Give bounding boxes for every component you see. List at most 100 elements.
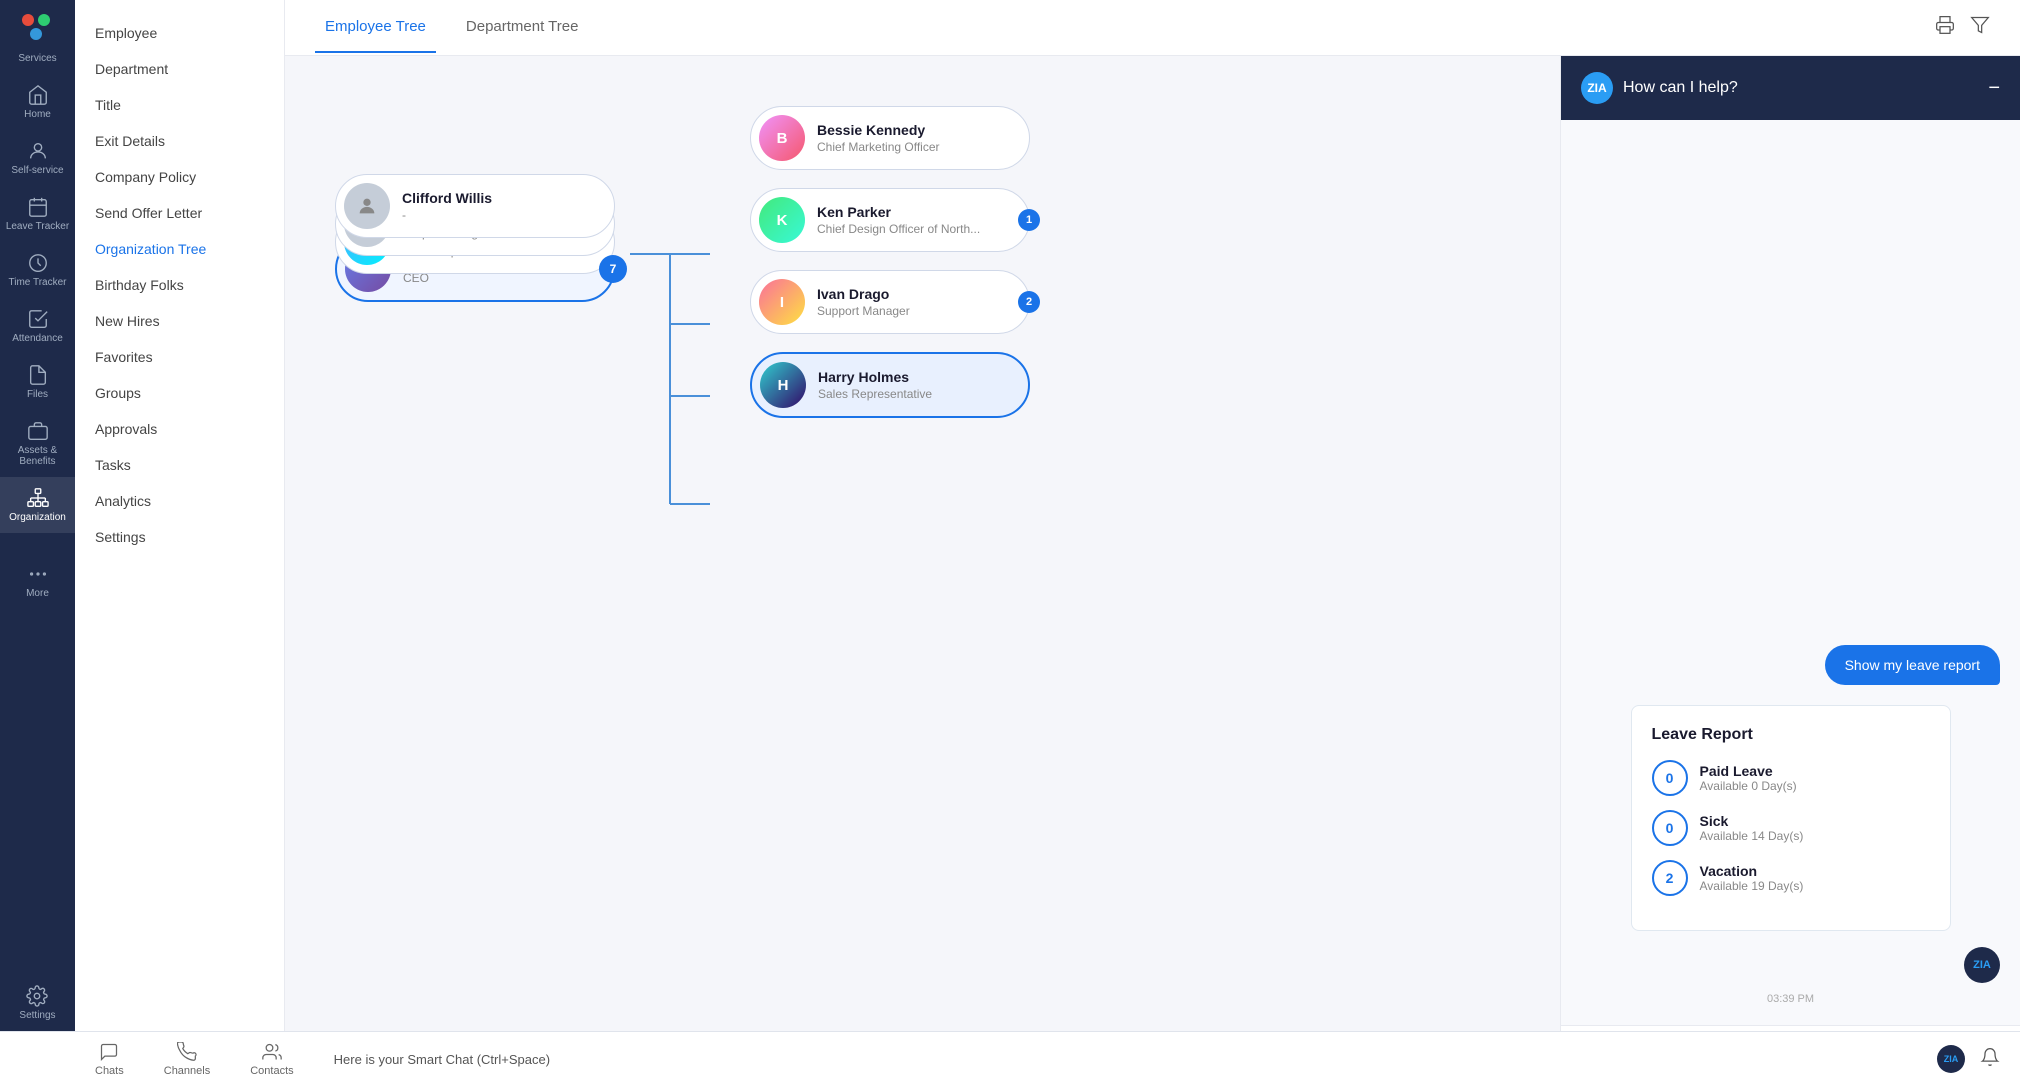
- nav-item-company-policy[interactable]: Company Policy: [75, 159, 284, 195]
- sick-leave-type: Sick: [1700, 813, 1804, 829]
- sidebar-item-settings[interactable]: Settings: [14, 975, 60, 1031]
- nav-item-employee[interactable]: Employee: [75, 15, 284, 51]
- chat-timestamp: 03:39 PM: [1581, 993, 2000, 1005]
- node-harry-holmes[interactable]: H Harry Holmes Sales Representative: [750, 352, 1030, 418]
- chat-spacer: [1581, 140, 2000, 645]
- leave-item-sick: 0 Sick Available 14 Day(s): [1652, 810, 1930, 846]
- nav-item-settings[interactable]: Settings: [75, 519, 284, 555]
- node-clifford-willis[interactable]: Clifford Willis -: [335, 174, 615, 238]
- nav-item-favorites[interactable]: Favorites: [75, 339, 284, 375]
- nav-menu: Employee Department Title Exit Details C…: [75, 0, 285, 1086]
- zia-bottom-icon[interactable]: ZIA: [1937, 1045, 1965, 1073]
- nav-item-exit-details[interactable]: Exit Details: [75, 123, 284, 159]
- sidebar-item-self-service[interactable]: Self-service: [0, 130, 75, 186]
- sick-leave-badge: 0: [1652, 810, 1688, 846]
- sidebar-item-files[interactable]: Files: [0, 354, 75, 410]
- sick-leave-details: Sick Available 14 Day(s): [1700, 813, 1804, 843]
- tab-department-tree[interactable]: Department Tree: [456, 2, 589, 53]
- nav-item-department[interactable]: Department: [75, 51, 284, 87]
- node-info-ivan: Ivan Drago Support Manager: [817, 286, 910, 318]
- bot-avatar: ZIA: [1964, 947, 2000, 983]
- sidebar-item-more[interactable]: More: [0, 553, 75, 609]
- chat-messages-area: Show my leave report Leave Report 0 Paid…: [1561, 120, 2020, 1025]
- bottom-tab-channels-label: Channels: [164, 1065, 210, 1077]
- attendance-label: Attendance: [12, 333, 63, 344]
- notification-icon[interactable]: [1980, 1047, 2000, 1072]
- show-leave-report-button[interactable]: Show my leave report: [1825, 645, 2000, 685]
- paid-leave-type: Paid Leave: [1700, 763, 1797, 779]
- filter-button[interactable]: [1970, 15, 1990, 40]
- node-info-ken: Ken Parker Chief Design Officer of North…: [817, 204, 980, 236]
- vacation-leave-badge: 2: [1652, 860, 1688, 896]
- self-service-label: Self-service: [11, 165, 63, 176]
- main-content: Employee Tree Department Tree: [285, 0, 2020, 1086]
- avatar-clifford-willis: [344, 183, 390, 229]
- chat-header-left: ZIA How can I help?: [1581, 72, 1738, 104]
- nav-item-tasks[interactable]: Tasks: [75, 447, 284, 483]
- top-tabs-bar: Employee Tree Department Tree: [285, 0, 2020, 56]
- sidebar-item-attendance[interactable]: Attendance: [0, 298, 75, 354]
- nav-item-organization-tree[interactable]: Organization Tree: [75, 231, 284, 267]
- node-name-ken: Ken Parker: [817, 204, 980, 220]
- node-badge-ivan: 2: [1018, 291, 1040, 313]
- organization-label: Organization: [9, 512, 66, 523]
- leave-report-card: Leave Report 0 Paid Leave Available 0 Da…: [1631, 705, 1951, 931]
- node-bessie-kennedy[interactable]: B Bessie Kennedy Chief Marketing Officer: [750, 106, 1030, 170]
- nav-item-analytics[interactable]: Analytics: [75, 483, 284, 519]
- node-ivan-drago[interactable]: I Ivan Drago Support Manager 2: [750, 270, 1030, 334]
- home-label: Home: [24, 109, 51, 120]
- node-info-harry: Harry Holmes Sales Representative: [818, 369, 932, 401]
- chat-panel: ZIA How can I help? − Show my leave repo…: [1560, 56, 2020, 1086]
- sidebar-item-time-tracker[interactable]: Time Tracker: [0, 242, 75, 298]
- node-name-ivan: Ivan Drago: [817, 286, 910, 302]
- files-label: Files: [27, 389, 48, 400]
- sidebar-item-assets[interactable]: Assets & Benefits: [0, 410, 75, 477]
- print-button[interactable]: [1935, 15, 1955, 40]
- left-sidebar: Services Home Self-service Leave Tracker…: [0, 0, 75, 1086]
- nav-item-title[interactable]: Title: [75, 87, 284, 123]
- app-logo: Services: [18, 10, 56, 64]
- bottom-tab-channels[interactable]: Channels: [144, 1037, 230, 1082]
- left-column: D David Ingus CEO 7 P: [335, 106, 630, 418]
- node-role-clifford: -: [402, 208, 492, 222]
- tree-connectors-svg: [630, 234, 710, 524]
- bottom-tab-chats-label: Chats: [95, 1065, 124, 1077]
- tab-employee-tree[interactable]: Employee Tree: [315, 2, 436, 53]
- node-name-harry: Harry Holmes: [818, 369, 932, 385]
- tree-wrapper: D David Ingus CEO 7 P: [315, 86, 1100, 1056]
- vacation-leave-details: Vacation Available 19 Day(s): [1700, 863, 1804, 893]
- chat-close-button[interactable]: −: [1988, 77, 2000, 100]
- avatar-bessie-kennedy: B: [759, 115, 805, 161]
- bottom-tab-contacts-label: Contacts: [250, 1065, 293, 1077]
- node-name-bessie: Bessie Kennedy: [817, 122, 940, 138]
- nav-item-send-offer-letter[interactable]: Send Offer Letter: [75, 195, 284, 231]
- more-label: More: [26, 588, 49, 599]
- sidebar-item-home[interactable]: Home: [0, 74, 75, 130]
- bottom-nav-tabs: Chats Channels Contacts: [75, 1037, 314, 1082]
- bottom-tab-contacts[interactable]: Contacts: [230, 1037, 313, 1082]
- avatar-harry-holmes: H: [760, 362, 806, 408]
- vacation-leave-type: Vacation: [1700, 863, 1804, 879]
- nav-item-groups[interactable]: Groups: [75, 375, 284, 411]
- vacation-leave-avail: Available 19 Day(s): [1700, 879, 1804, 893]
- chat-header: ZIA How can I help? −: [1561, 56, 2020, 120]
- settings-label: Settings: [19, 1010, 55, 1021]
- nav-item-approvals[interactable]: Approvals: [75, 411, 284, 447]
- bottom-right-icons: ZIA: [1937, 1045, 2020, 1073]
- node-info-clifford: Clifford Willis -: [402, 190, 492, 222]
- app-bottom-bar: Chats Channels Contacts Here is your Sma…: [0, 1031, 2020, 1086]
- paid-leave-badge: 0: [1652, 760, 1688, 796]
- node-ken-parker[interactable]: K Ken Parker Chief Design Officer of Nor…: [750, 188, 1030, 252]
- node-info-bessie: Bessie Kennedy Chief Marketing Officer: [817, 122, 940, 154]
- assets-label: Assets & Benefits: [5, 445, 70, 467]
- chat-title: How can I help?: [1623, 79, 1738, 97]
- node-badge-david: 7: [599, 255, 627, 283]
- sidebar-item-organization[interactable]: Organization: [0, 477, 75, 533]
- nav-item-birthday-folks[interactable]: Birthday Folks: [75, 267, 284, 303]
- sidebar-item-leave-tracker[interactable]: Leave Tracker: [0, 186, 75, 242]
- node-role-ivan: Support Manager: [817, 304, 910, 318]
- nav-item-new-hires[interactable]: New Hires: [75, 303, 284, 339]
- node-role-ken: Chief Design Officer of North...: [817, 222, 980, 236]
- bottom-tab-chats[interactable]: Chats: [75, 1037, 144, 1082]
- avatar-ken-parker: K: [759, 197, 805, 243]
